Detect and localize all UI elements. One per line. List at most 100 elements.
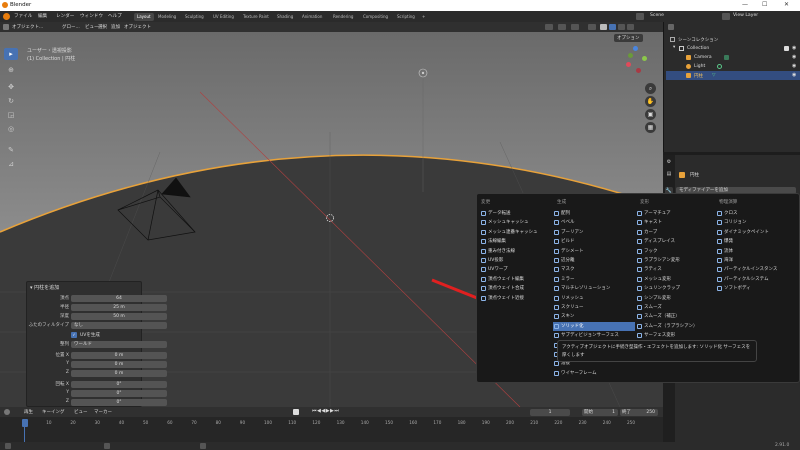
menu-timeline-view[interactable]: ビュー (74, 409, 88, 415)
modifier-item[interactable]: ブーリアン (553, 228, 635, 237)
view-layer-icon[interactable] (722, 13, 730, 20)
menu-render[interactable]: レンダー (56, 13, 74, 19)
outliner-item-collection[interactable]: ▾ Collection ◉ (666, 44, 800, 53)
radius-field[interactable]: 25 m (71, 304, 167, 311)
options-dropdown[interactable]: オプション (614, 34, 643, 42)
modifier-item[interactable]: 頂点ウェイト近接 (480, 294, 562, 303)
add-workspace-button[interactable]: + (419, 13, 428, 21)
menu-file[interactable]: ファイル (14, 13, 32, 19)
tab-shading[interactable]: Shading (274, 13, 296, 21)
modifier-item[interactable]: ラプラシアン変形 (636, 256, 718, 265)
maximize-icon[interactable]: ☐ (762, 1, 767, 8)
exclude-checkbox[interactable] (784, 46, 789, 51)
modifier-item[interactable]: データ転送 (480, 209, 562, 218)
modifier-item[interactable]: サブディビジョンサーフェス (553, 331, 635, 340)
menu-window[interactable]: ウィンドウ (80, 13, 103, 19)
modifier-item[interactable]: シュリンクラップ (636, 284, 718, 293)
modifier-item[interactable]: 辺分離 (553, 256, 635, 265)
modifier-item[interactable]: クロス (716, 209, 798, 218)
modifier-item[interactable]: 海洋 (716, 256, 798, 265)
modifier-item[interactable]: 爆発 (716, 237, 798, 246)
move-tool-icon[interactable]: ✥ (4, 81, 18, 93)
modifier-item[interactable]: デシメート (553, 247, 635, 256)
menu-keying[interactable]: キーイング (42, 409, 65, 415)
scale-tool-icon[interactable]: ◲ (4, 109, 18, 121)
scene-selector[interactable]: Scene (650, 13, 664, 18)
menu-help[interactable]: ヘルプ (108, 13, 122, 19)
tab-texture-paint[interactable]: Texture Paint (240, 13, 272, 21)
camera-view-icon[interactable]: ▣ (645, 109, 656, 120)
modifier-item[interactable]: ダイナミックペイント (716, 228, 798, 237)
modifier-item[interactable]: 法線編集 (480, 237, 562, 246)
minimize-icon[interactable]: — (742, 1, 748, 8)
modifier-item[interactable]: ディスプレイス (636, 237, 718, 246)
light-visibility-icon[interactable]: ◉ (792, 63, 796, 69)
tab-animation[interactable]: Animation (299, 13, 325, 21)
record-icon[interactable] (293, 409, 299, 415)
visibility-eye-icon[interactable]: ◉ (792, 45, 796, 51)
location-z-field[interactable]: 0 m (71, 370, 167, 377)
tab-compositing[interactable]: Compositing (360, 13, 391, 21)
modifier-item[interactable]: コリジョン (716, 218, 798, 227)
modifier-item[interactable]: スムーズ（ラプラシアン） (636, 322, 718, 331)
modifier-item[interactable]: パーティクルインスタンス (716, 265, 798, 274)
location-y-field[interactable]: 0 m (71, 361, 167, 368)
pan-view-icon[interactable]: ✋ (645, 96, 656, 107)
menu-object[interactable]: オブジェクト (124, 24, 151, 30)
modifier-item[interactable]: ミラー (553, 275, 635, 284)
modifier-item[interactable]: UVワープ (480, 265, 562, 274)
rotation-x-field[interactable]: 0° (71, 381, 167, 388)
modifier-item[interactable]: ラティス (636, 265, 718, 274)
zoom-view-icon[interactable]: ⌕ (645, 83, 656, 94)
modifier-item[interactable]: スキン (553, 312, 635, 321)
modifier-item[interactable]: スクリュー (553, 303, 635, 312)
visibility-icon[interactable] (545, 24, 553, 30)
current-frame-field[interactable]: 1 (530, 409, 570, 416)
timeline-editor-type-icon[interactable] (4, 409, 10, 415)
transform-tool-icon[interactable]: ◎ (4, 123, 18, 135)
outliner-item-light[interactable]: Light ◉ (666, 62, 800, 71)
modifier-item[interactable]: シンプル変形 (636, 294, 718, 303)
tab-layout[interactable]: Layout (134, 13, 154, 21)
rotation-y-field[interactable]: 0° (71, 390, 167, 397)
align-dropdown[interactable]: ワールド (71, 341, 167, 348)
blender-menu-icon[interactable] (3, 13, 10, 20)
tab-modeling[interactable]: Modeling (155, 13, 179, 21)
navigation-gizmo[interactable] (622, 44, 652, 80)
modifier-item[interactable]: リメッシュ (553, 294, 635, 303)
modifier-item[interactable]: アーマチュア (636, 209, 718, 218)
modifier-item[interactable]: マルチレゾリューション (553, 284, 635, 293)
shading-rendered-icon[interactable] (627, 24, 634, 30)
tool-tab-icon[interactable]: ⚙ (665, 158, 673, 166)
depth-field[interactable]: 50 m (71, 313, 167, 320)
location-x-field[interactable]: 0 m (71, 352, 167, 359)
end-frame-field[interactable]: 終了 250 (620, 409, 658, 416)
shading-material-icon[interactable] (618, 24, 625, 30)
shading-wire-icon[interactable] (600, 24, 607, 30)
playhead[interactable] (22, 419, 28, 427)
ortho-view-icon[interactable]: ▦ (645, 122, 656, 133)
cylinder-visibility-icon[interactable]: ◉ (792, 72, 796, 78)
gizmo-neg-y-icon[interactable] (628, 53, 633, 58)
annotate-tool-icon[interactable]: ✎ (4, 144, 18, 156)
generate-uv-checkbox[interactable]: ✓ (71, 332, 77, 338)
modifier-item[interactable]: マスク (553, 265, 635, 274)
modifier-item[interactable]: ベベル (553, 218, 635, 227)
modifier-item[interactable]: メッシュキャッシュ (480, 218, 562, 227)
modifier-item[interactable]: ソフトボディ (716, 284, 798, 293)
modifier-item[interactable]: ビルド (553, 237, 635, 246)
tab-rendering[interactable]: Rendering (330, 13, 356, 21)
tab-uv-editing[interactable]: UV Editing (210, 13, 237, 21)
camera-visibility-icon[interactable]: ◉ (792, 54, 796, 60)
menu-playback[interactable]: 再生 (24, 409, 33, 415)
expand-icon[interactable]: ▾ (673, 45, 675, 50)
mode-selector[interactable]: オブジェクト... (12, 24, 43, 30)
modifier-item[interactable]: ワイヤーフレーム (553, 369, 635, 378)
tab-sculpting[interactable]: Sculpting (182, 13, 207, 21)
modifier-item[interactable]: 重み付き法線 (480, 247, 562, 256)
cap-fill-dropdown[interactable]: なし (71, 322, 167, 329)
modifier-item[interactable]: メッシュ変形 (636, 275, 718, 284)
rotation-z-field[interactable]: 0° (71, 399, 167, 406)
vertices-field[interactable]: 64 (71, 295, 167, 302)
overlay-icon[interactable] (571, 24, 579, 30)
